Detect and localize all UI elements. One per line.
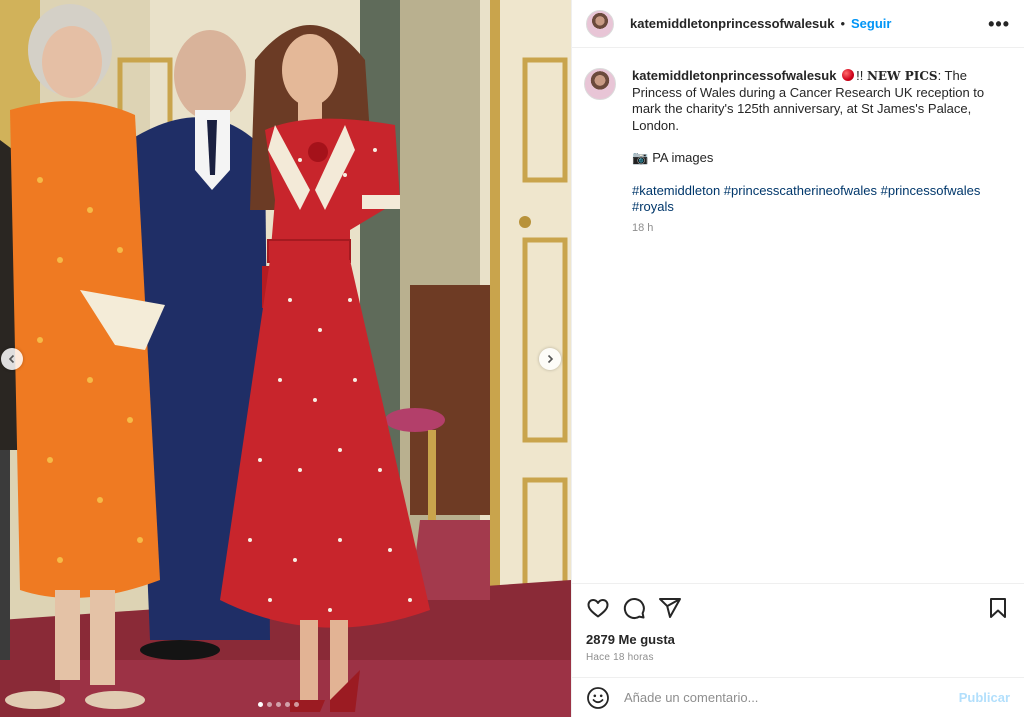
post-timestamp[interactable]: Hace 18 horas <box>586 652 1010 663</box>
action-icons <box>586 594 1010 622</box>
chevron-left-icon <box>8 354 15 364</box>
hashtag-link[interactable]: #princessofwales <box>881 183 981 198</box>
photo-credit: 📷 PA images <box>632 150 1002 167</box>
comment-input[interactable] <box>622 689 959 706</box>
caption-avatar[interactable] <box>584 68 616 100</box>
follow-button[interactable]: Seguir <box>851 16 891 31</box>
caption-headline: NEW PICS <box>866 69 938 83</box>
carousel-dot <box>267 702 272 707</box>
share-icon[interactable] <box>658 596 682 620</box>
avatar[interactable] <box>586 9 614 38</box>
hashtag-link[interactable]: #katemiddleton <box>632 183 720 198</box>
publish-button[interactable]: Publicar <box>959 690 1010 705</box>
post-side-panel: katemiddletonprincessofwalesuk • Seguir … <box>571 0 1024 717</box>
caption-username[interactable]: katemiddletonprincessofwalesuk <box>632 68 836 83</box>
comment-icon[interactable] <box>622 596 646 620</box>
emoji-icon[interactable] <box>586 686 610 710</box>
hashtag-link[interactable]: #princesscatherineofwales <box>724 183 877 198</box>
credit-text: PA images <box>652 150 714 165</box>
post-media[interactable] <box>0 0 571 717</box>
carousel-dot <box>258 702 263 707</box>
carousel-dot <box>276 702 281 707</box>
caption-exclaim: !! <box>856 68 864 83</box>
caption-text-block: katemiddletonprincessofwalesuk !! NEW PI… <box>632 68 1002 134</box>
post-header: katemiddletonprincessofwalesuk • Seguir … <box>572 0 1024 48</box>
hashtag-link[interactable]: #royals <box>632 199 674 214</box>
more-options-icon[interactable]: ••• <box>988 15 1010 33</box>
comment-bar: Publicar <box>572 677 1024 717</box>
chevron-right-icon <box>547 354 554 364</box>
caption-area: katemiddletonprincessofwalesuk !! NEW PI… <box>572 48 1024 583</box>
carousel-indicator <box>258 702 299 707</box>
carousel-dot <box>285 702 290 707</box>
post-viewer: katemiddletonprincessofwalesuk • Seguir … <box>0 0 1024 717</box>
header-separator: • <box>840 16 846 31</box>
red-circle-icon <box>842 69 855 81</box>
carousel-prev-button[interactable] <box>1 348 23 370</box>
heart-icon[interactable] <box>586 596 610 620</box>
camera-icon: 📷 <box>632 150 649 165</box>
caption: katemiddletonprincessofwalesuk !! NEW PI… <box>632 68 1002 583</box>
like-count[interactable]: 2879 Me gusta <box>586 632 1010 647</box>
caption-timestamp[interactable]: 18 h <box>632 220 1002 237</box>
carousel-dot <box>294 702 299 707</box>
carousel-next-button[interactable] <box>539 348 561 370</box>
post-actions: 2879 Me gusta Hace 18 horas <box>572 583 1024 677</box>
header-username[interactable]: katemiddletonprincessofwalesuk <box>630 16 834 31</box>
hashtags: #katemiddleton #princesscatherineofwales… <box>632 183 1002 216</box>
post-photo <box>0 0 571 717</box>
bookmark-icon[interactable] <box>986 596 1010 620</box>
